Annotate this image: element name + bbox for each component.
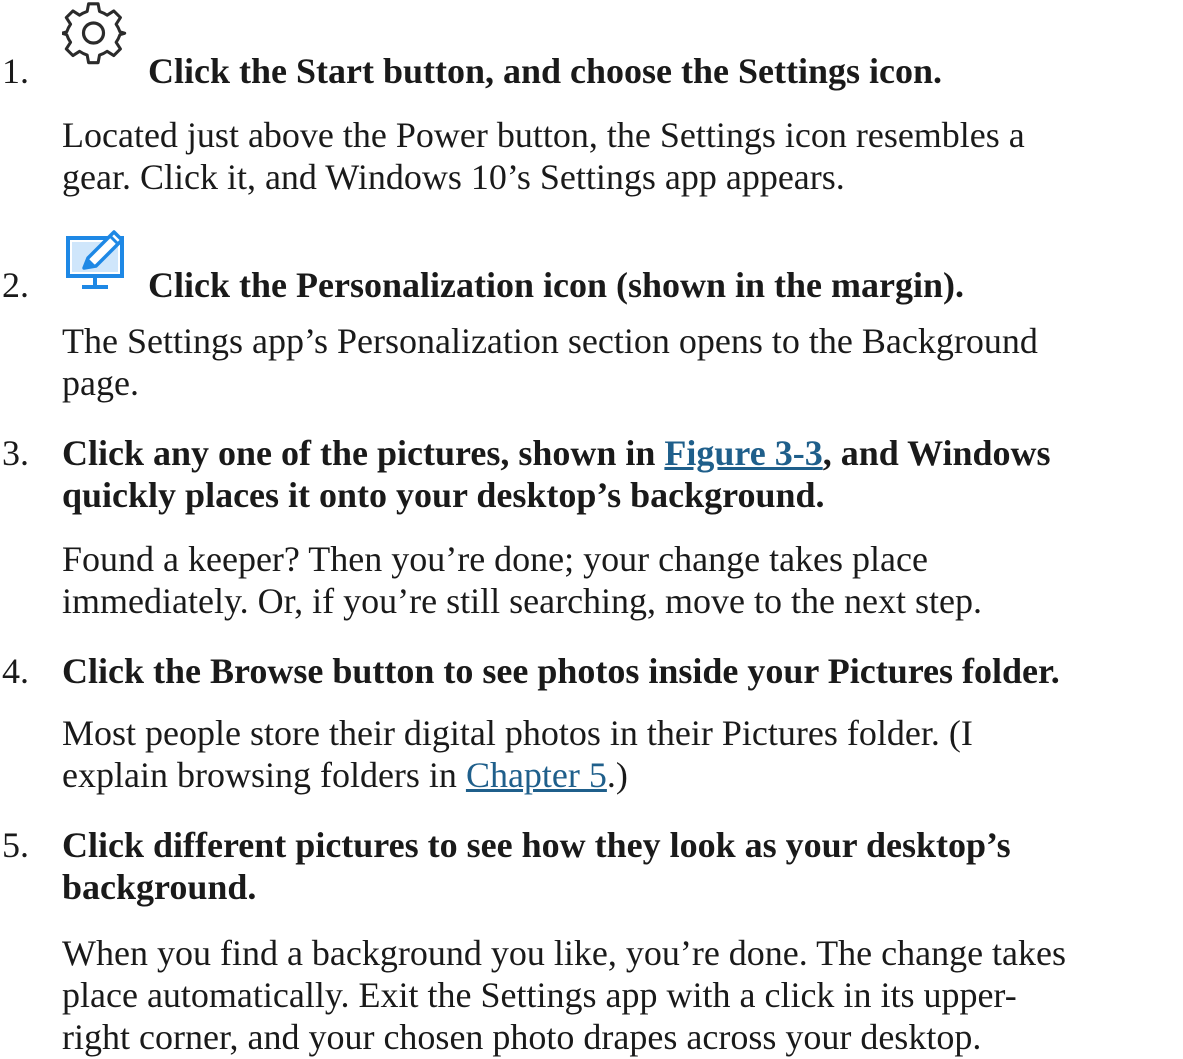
gear-icon (60, 2, 128, 68)
body-line: The Settings app’s Personalization secti… (62, 321, 1038, 361)
step-number: 3. (2, 433, 29, 473)
heading-text: , and Windows (822, 433, 1051, 473)
heading-text: Click any one of the pictures, shown in (62, 433, 665, 473)
heading-line: Click any one of the pictures, shown in … (62, 432, 1051, 474)
step-number: 5. (2, 825, 29, 865)
body-line: explain browsing folders in Chapter 5.) (62, 754, 973, 796)
body-line: Found a keeper? Then you’re done; your c… (62, 539, 928, 579)
personalization-icon (62, 226, 132, 292)
step-heading: Click the Personalization icon (shown in… (148, 265, 964, 305)
step-number: 1. (2, 51, 29, 91)
body-line: Located just above the Power button, the… (62, 115, 1025, 155)
body-line: place automatically. Exit the Settings a… (62, 975, 1017, 1015)
step-heading: Click the Browse button to see photos in… (62, 651, 1060, 691)
step-body: The Settings app’s Personalization secti… (62, 320, 1038, 404)
step-body: Most people store their digital photos i… (62, 712, 973, 796)
step-body: When you find a background you like, you… (62, 932, 1066, 1058)
step-heading: Click the Start button, and choose the S… (148, 51, 943, 91)
body-line: gear. Click it, and Windows 10’s Setting… (62, 157, 845, 197)
body-line: immediately. Or, if you’re still searchi… (62, 581, 982, 621)
heading-line: Click different pictures to see how they… (62, 825, 1011, 865)
step-heading: Click any one of the pictures, shown in … (62, 432, 1051, 516)
heading-line: quickly places it onto your desktop’s ba… (62, 475, 825, 515)
heading-line: background. (62, 867, 257, 907)
step-body: Found a keeper? Then you’re done; your c… (62, 538, 982, 622)
body-text: .) (606, 755, 628, 795)
step-number: 4. (2, 651, 29, 691)
body-text: explain browsing folders in (62, 755, 466, 795)
body-line: When you find a background you like, you… (62, 933, 1067, 973)
body-line: Most people store their digital photos i… (62, 713, 973, 753)
chapter-link[interactable]: Chapter 5 (466, 755, 607, 795)
body-line: right corner, and your chosen photo drap… (62, 1017, 982, 1057)
step-number: 2. (2, 265, 29, 305)
figure-link[interactable]: Figure 3-3 (664, 433, 822, 473)
step-heading: Click different pictures to see how they… (62, 824, 1011, 908)
body-line: page. (62, 363, 139, 403)
step-body: Located just above the Power button, the… (62, 114, 1025, 198)
